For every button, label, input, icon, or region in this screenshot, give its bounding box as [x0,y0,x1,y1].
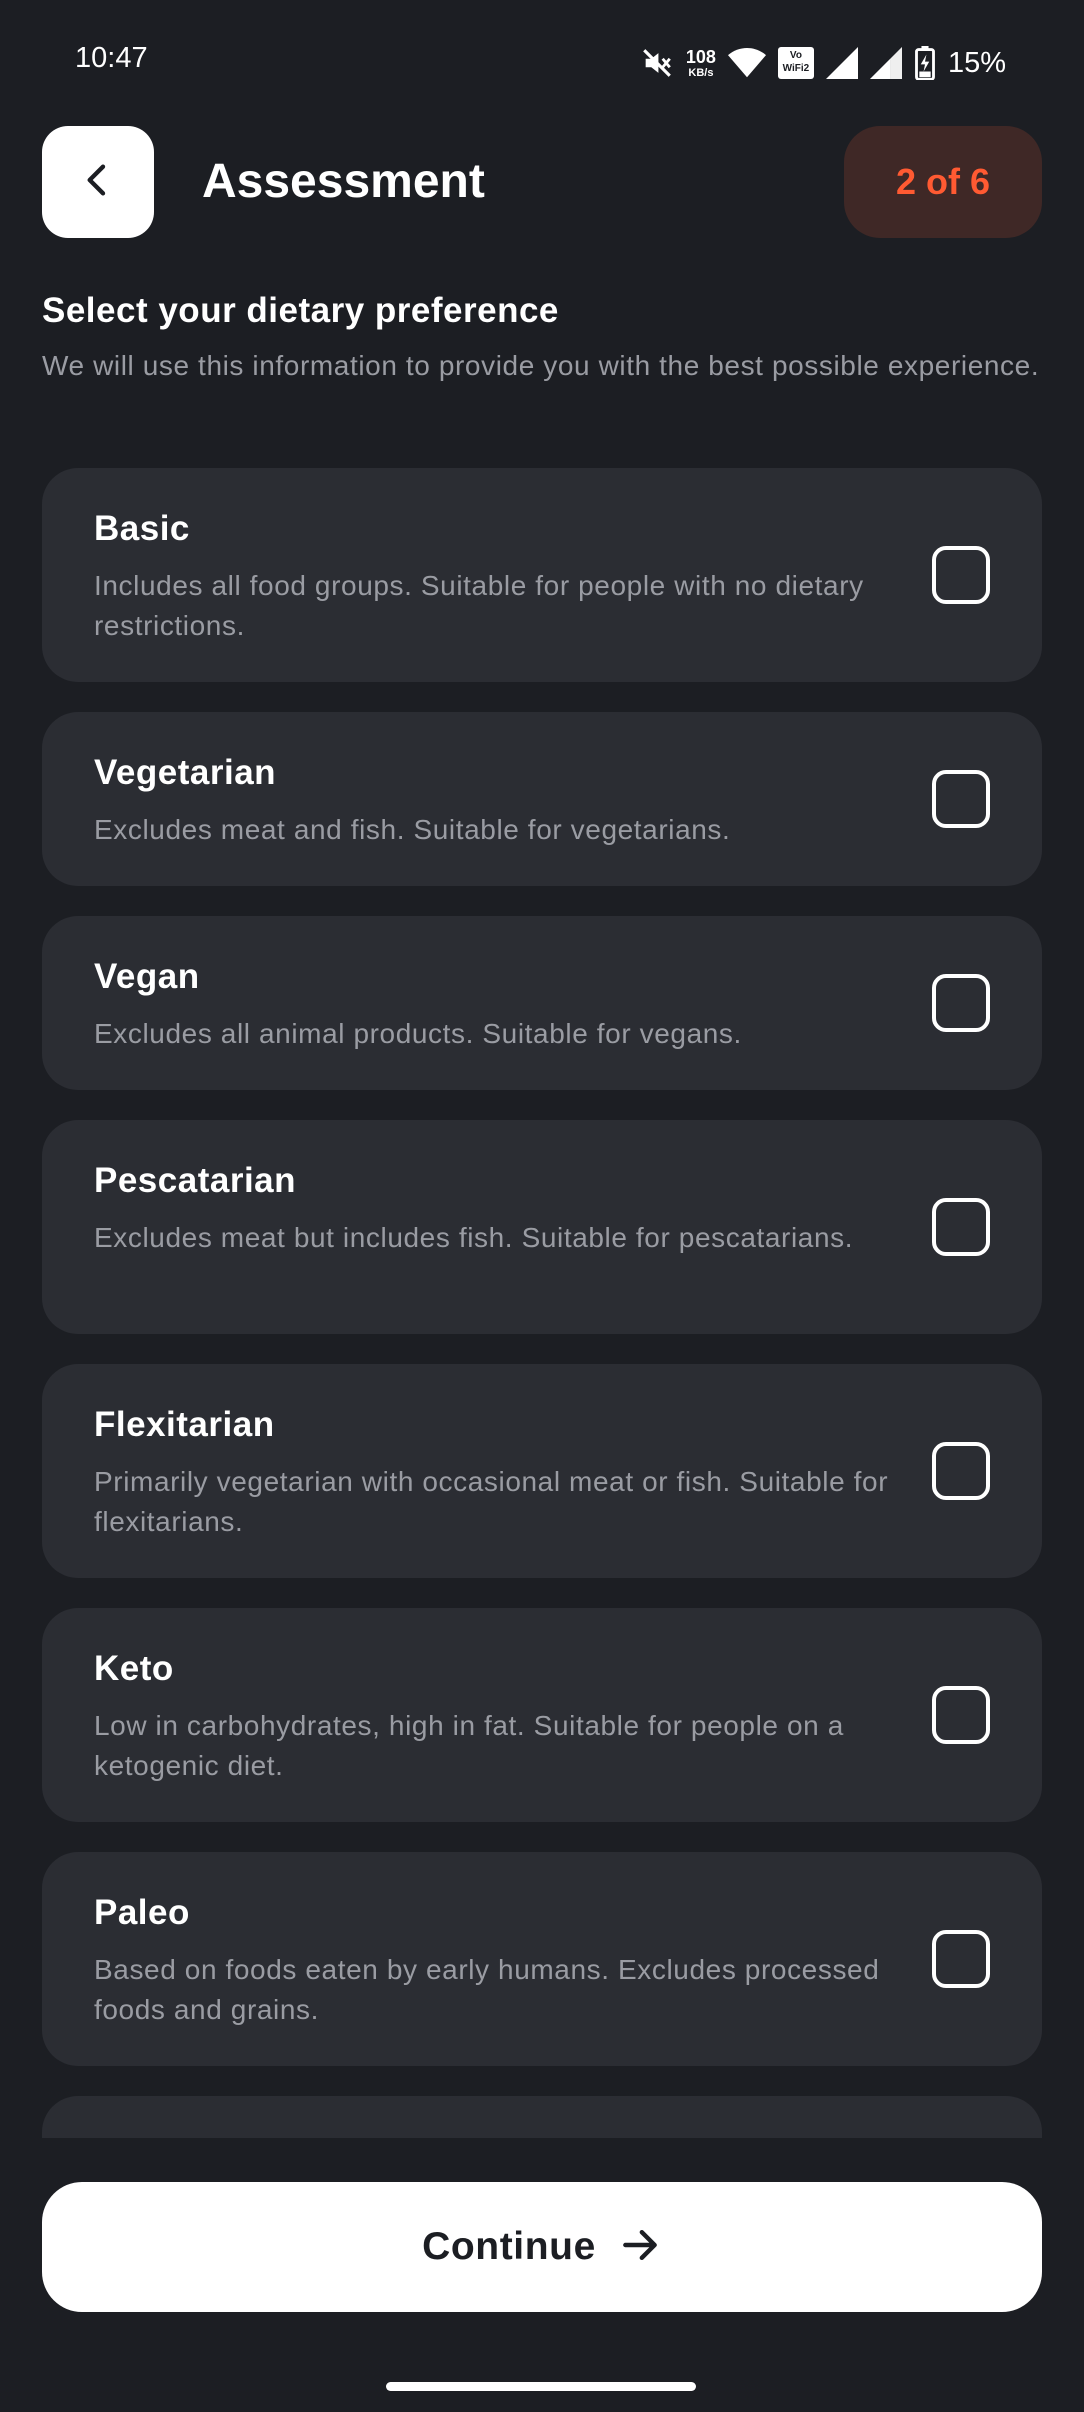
option-card-vegetarian[interactable]: Vegetarian Excludes meat and fish. Suita… [42,712,1042,886]
option-title: Vegan [94,957,200,996]
page-title: Assessment [202,155,485,208]
option-card-keto[interactable]: Keto Low in carbohydrates, high in fat. … [42,1608,1042,1822]
option-description: Low in carbohydrates, high in fat. Suita… [94,1710,844,1781]
status-icons: 108 KB/s Vo WiFi2 15% [640,38,1006,88]
option-description: Primarily vegetarian with occasional mea… [94,1466,889,1537]
continue-label: Continue [422,2225,596,2268]
signal-icon [825,47,858,79]
option-description: Based on foods eaten by early humans. Ex… [94,1954,880,2025]
signal-icon [869,47,902,79]
option-checkbox[interactable] [932,546,990,604]
status-time: 10:47 [75,42,148,74]
option-card-pescatarian[interactable]: Pescatarian Excludes meat but includes f… [42,1120,1042,1334]
vowifi-line1: Vo [789,50,802,61]
wifi-icon [727,47,766,79]
chevron-left-icon [78,160,118,205]
dietary-options-list[interactable]: Basic Includes all food groups. Suitable… [42,468,1042,2138]
option-card-paleo[interactable]: Paleo Based on foods eaten by early huma… [42,1852,1042,2066]
option-card-vegan[interactable]: Vegan Excludes all animal products. Suit… [42,916,1042,1090]
option-title: Flexitarian [94,1405,275,1444]
back-button[interactable] [42,126,154,238]
option-checkbox[interactable] [932,770,990,828]
step-badge: 2 of 6 [844,126,1042,238]
option-title: Basic [94,509,190,548]
option-card-basic[interactable]: Basic Includes all food groups. Suitable… [42,468,1042,682]
home-indicator[interactable] [386,2382,696,2391]
battery-percent: 15% [947,46,1006,79]
option-checkbox[interactable] [932,1442,990,1500]
continue-button[interactable]: Continue [42,2182,1042,2312]
option-card-partial[interactable] [42,2096,1042,2138]
option-checkbox[interactable] [932,1198,990,1256]
option-checkbox[interactable] [932,1686,990,1744]
status-bar: 10:47 108 KB/s Vo WiFi2 15% [0,0,1084,120]
option-title: Paleo [94,1893,190,1932]
option-title: Vegetarian [94,753,277,792]
section-heading: Select your dietary preference [42,291,559,330]
mute-icon [640,46,674,80]
option-checkbox[interactable] [932,974,990,1032]
option-description: Excludes all animal products. Suitable f… [94,1018,742,1049]
vowifi-line2: WiFi2 [782,63,810,74]
net-speed-unit: KB/s [688,66,714,79]
vowifi-icon: Vo WiFi2 [777,47,814,79]
option-checkbox[interactable] [932,1930,990,1988]
option-card-flexitarian[interactable]: Flexitarian Primarily vegetarian with oc… [42,1364,1042,1578]
battery-charging-icon [914,46,936,80]
option-description: Includes all food groups. Suitable for p… [94,570,864,641]
option-title: Keto [94,1649,174,1688]
net-speed-indicator: 108 KB/s [686,48,716,79]
option-title: Pescatarian [94,1161,297,1200]
net-speed-value: 108 [685,46,716,67]
option-description: Excludes meat and fish. Suitable for veg… [94,814,731,845]
option-description: Excludes meat but includes fish. Suitabl… [94,1222,854,1253]
section-subtext: We will use this information to provide … [42,350,1040,381]
arrow-right-icon [618,2223,662,2272]
